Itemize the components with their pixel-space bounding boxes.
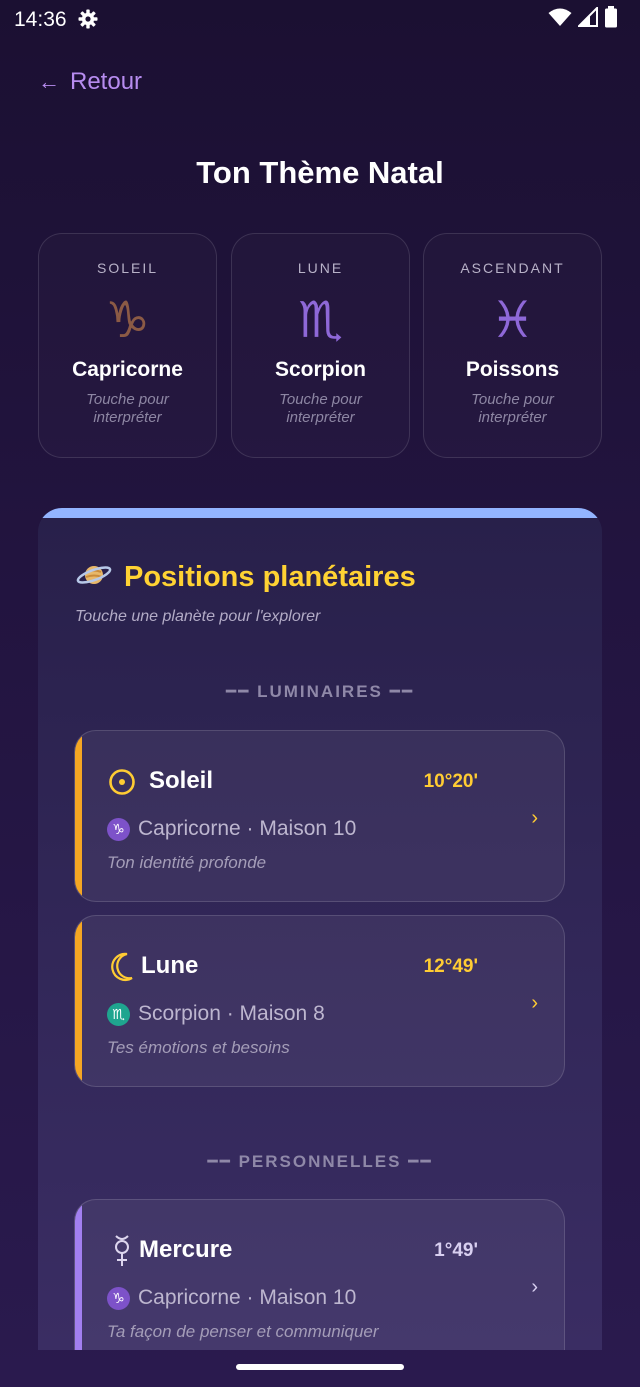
planet-sign-row: ♑ Capricorne · Maison 10	[107, 1286, 356, 1310]
sign-card-label: LUNE	[297, 260, 344, 276]
capricorn-badge-icon: ♑	[107, 1286, 130, 1310]
wifi-icon	[548, 7, 572, 32]
back-label: Retour	[70, 68, 143, 95]
section-label-luminaires: ━━ LUMINAIRES ━━	[225, 682, 415, 701]
page-title: Ton Thème Natal	[196, 155, 444, 190]
status-bar: 14:36	[0, 0, 640, 40]
scorpio-glyph-icon: ♏	[298, 292, 343, 348]
planet-sign-text: Scorpion · Maison 8	[138, 1002, 325, 1025]
sign-card-hint: Touche pour interpréter	[279, 391, 362, 426]
mercury-icon	[107, 1235, 137, 1266]
planet-sign-row: ♏ Scorpion · Maison 8	[107, 1002, 325, 1026]
planet-description: Ta façon de penser et communiquer	[107, 1322, 379, 1341]
planet-sign-text: Capricorne · Maison 10	[138, 817, 357, 840]
planet-card-accent	[75, 916, 82, 1086]
gear-icon	[78, 9, 98, 29]
chevron-right-icon: ›	[531, 992, 538, 1014]
sign-card-name: Poissons	[465, 358, 560, 381]
home-indicator[interactable]	[236, 1364, 404, 1370]
scorpio-badge-icon: ♏	[107, 1002, 130, 1026]
moon-icon	[107, 952, 137, 982]
chevron-right-icon: ›	[531, 807, 538, 829]
sign-card-name: Capricorne	[72, 358, 183, 381]
capricorn-badge-icon: ♑	[107, 817, 130, 841]
panel-accent-bar	[38, 508, 602, 518]
planetary-positions-panel: Positions planétaires Touche une planète…	[38, 508, 602, 1350]
sign-card-hint: Touche pour interpréter	[86, 391, 169, 426]
planet-description: Ton identité profonde	[107, 853, 267, 872]
cell-signal-icon	[576, 5, 598, 32]
planet-card-accent	[75, 1200, 82, 1350]
ascendant-sign-card[interactable]: ASCENDANT ♓ Poissons Touche pour interpr…	[423, 233, 602, 458]
sign-card-name: Scorpion	[274, 358, 366, 381]
sign-card-hint: Touche pour interpréter	[471, 391, 554, 426]
status-time: 14:36	[14, 8, 67, 31]
back-arrow-icon: ←	[38, 69, 60, 94]
planet-sign-row: ♑ Capricorne · Maison 10	[107, 817, 356, 841]
battery-icon	[604, 5, 618, 33]
planet-card-lune[interactable]: Lune 12°49' ♏ Scorpion · Maison 8 Tes ém…	[74, 915, 565, 1087]
panel-title: Positions planétaires	[76, 560, 416, 595]
chevron-right-icon: ›	[531, 1276, 538, 1298]
sign-card-label: ASCENDANT	[460, 260, 565, 276]
planet-degree: 1°49'	[434, 1240, 478, 1261]
panel-title-text: Positions planétaires	[124, 561, 416, 593]
planet-description: Tes émotions et besoins	[107, 1038, 290, 1057]
sun-sign-card[interactable]: SOLEIL ♑ Capricorne Touche pour interpré…	[38, 233, 217, 458]
back-button[interactable]: ← Retour	[38, 68, 142, 96]
planet-card-mercure[interactable]: Mercure 1°49' ♑ Capricorne · Maison 10 T…	[74, 1199, 565, 1350]
planet-name: Mercure	[139, 1236, 233, 1263]
ringed-planet-icon	[76, 560, 112, 595]
planet-name: Lune	[141, 952, 199, 979]
pisces-glyph-icon: ♓	[490, 292, 535, 348]
planet-name: Soleil	[149, 767, 214, 794]
section-label-personnelles: ━━ PERSONNELLES ━━	[207, 1152, 433, 1171]
planet-card-soleil[interactable]: Soleil 10°20' ♑ Capricorne · Maison 10 T…	[74, 730, 565, 902]
status-icons	[548, 5, 618, 32]
capricorn-glyph-icon: ♑	[105, 292, 150, 348]
planet-degree: 10°20'	[423, 771, 478, 792]
panel-subtitle: Touche une planète pour l'explorer	[75, 608, 321, 625]
sign-card-label: SOLEIL	[96, 260, 159, 276]
planet-sign-text: Capricorne · Maison 10	[138, 1286, 357, 1309]
planet-degree: 12°49'	[423, 956, 478, 977]
planet-card-accent	[75, 731, 82, 901]
moon-sign-card[interactable]: LUNE ♏ Scorpion Touche pour interpréter	[231, 233, 410, 458]
sun-icon	[107, 767, 137, 797]
